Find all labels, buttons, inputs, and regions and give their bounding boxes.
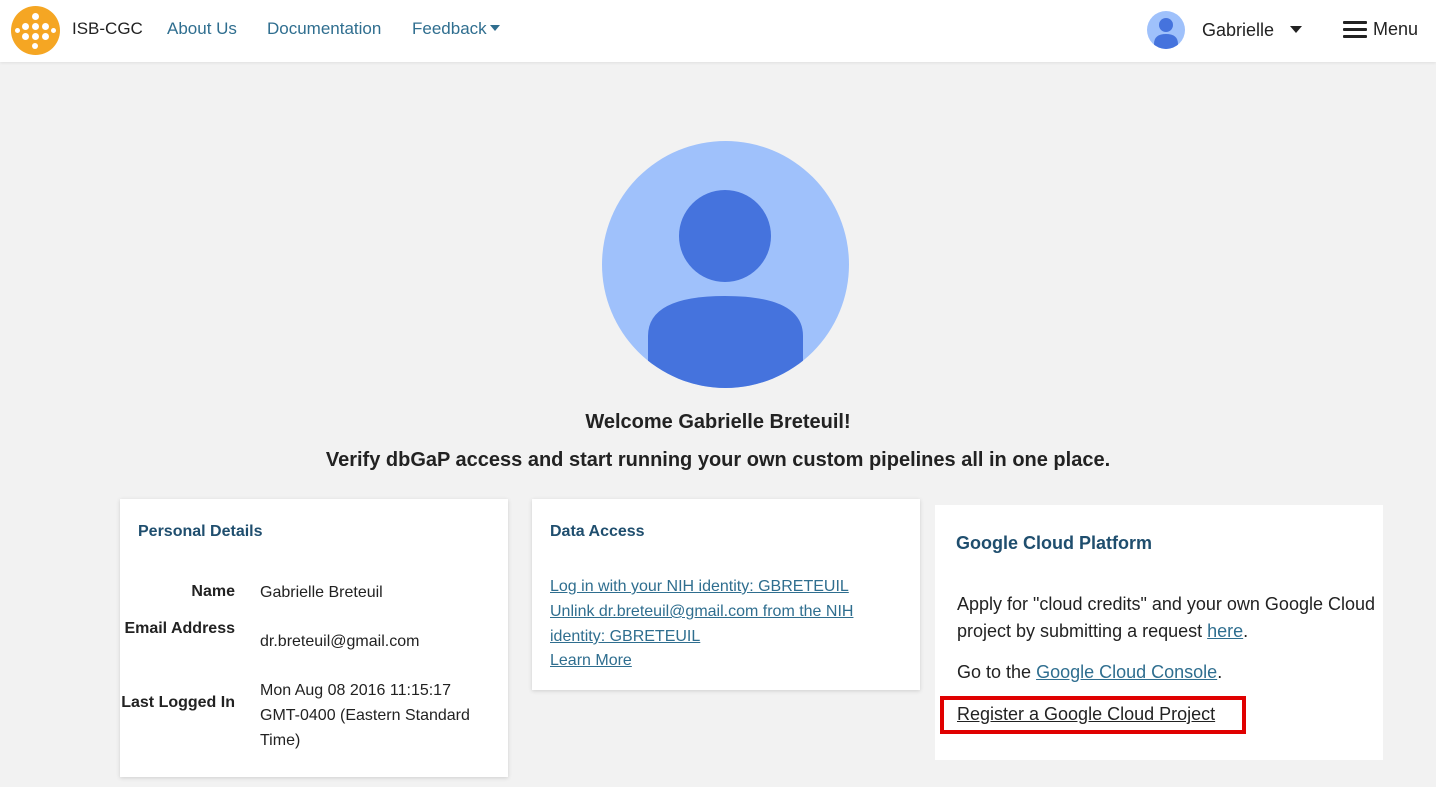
user-menu-name[interactable]: Gabrielle xyxy=(1202,20,1274,41)
nav-feedback-dropdown[interactable]: Feedback xyxy=(412,19,500,39)
gcp-console-text-before: Go to the xyxy=(957,662,1037,682)
welcome-subtitle: Verify dbGaP access and start running yo… xyxy=(325,449,1111,471)
email-label: Email Address xyxy=(124,620,235,637)
user-avatar-icon[interactable] xyxy=(1147,11,1185,49)
data-access-title: Data Access xyxy=(550,523,645,540)
gcp-title: Google Cloud Platform xyxy=(956,533,1152,553)
hamburger-icon xyxy=(1343,21,1367,38)
welcome-heading: Welcome Gabrielle Breteuil! xyxy=(585,411,851,433)
google-cloud-console-link[interactable]: Google Cloud Console xyxy=(1036,662,1217,682)
gcp-console-text-after: . xyxy=(1217,662,1223,682)
cloud-credits-request-link[interactable]: here xyxy=(1207,621,1243,641)
personal-details-title: Personal Details xyxy=(138,523,263,540)
nav-about-us-link[interactable]: About Us xyxy=(167,19,237,39)
gcp-apply-text: Apply for "cloud credits" and your own G… xyxy=(957,591,1377,645)
top-navbar: ISB-CGC About Us Documentation Feedback … xyxy=(0,0,1436,62)
profile-avatar-icon xyxy=(602,141,849,388)
unlink-nih-identity-link[interactable]: Unlink dr.breteuil@gmail.com from the NI… xyxy=(550,599,890,649)
learn-more-link[interactable]: Learn More xyxy=(550,648,632,673)
last-logged-in-label: Last Logged In xyxy=(121,694,235,711)
user-menu-caret-icon[interactable] xyxy=(1290,26,1302,33)
caret-down-icon xyxy=(489,25,500,32)
nih-login-link[interactable]: Log in with your NIH identity: GBRETEUIL xyxy=(550,574,890,599)
gcp-apply-text-before: Apply for "cloud credits" and your own G… xyxy=(957,594,1376,641)
gcp-apply-text-after: . xyxy=(1243,621,1249,641)
menu-label: Menu xyxy=(1373,19,1419,39)
isb-cgc-logo-icon[interactable] xyxy=(11,6,60,55)
name-label: Name xyxy=(191,583,235,600)
last-logged-in-value: Mon Aug 08 2016 11:15:17 GMT-0400 (Easte… xyxy=(260,682,470,749)
highlight-annotation-box xyxy=(940,696,1246,734)
gcp-console-text: Go to the Google Cloud Console. xyxy=(957,659,1377,686)
data-access-card: Data Access Log in with your NIH identit… xyxy=(532,499,920,690)
nav-feedback-label: Feedback xyxy=(412,19,487,38)
personal-details-card: Personal Details Name Gabrielle Breteuil… xyxy=(120,499,508,777)
brand-name[interactable]: ISB-CGC xyxy=(72,19,143,39)
nav-documentation-link[interactable]: Documentation xyxy=(267,19,381,39)
name-value: Gabrielle Breteuil xyxy=(260,584,383,601)
email-value: dr.breteuil@gmail.com xyxy=(260,633,420,650)
